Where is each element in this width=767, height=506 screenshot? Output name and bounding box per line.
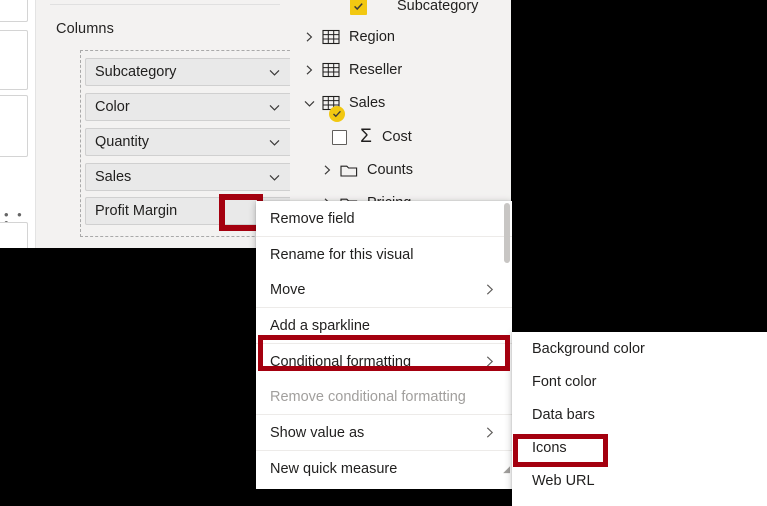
menu-item-label: Font color bbox=[532, 373, 597, 390]
submenu-item-data-bars[interactable]: Data bars bbox=[512, 398, 767, 431]
menu-item-label: Show value as bbox=[270, 424, 365, 441]
field-context-menu: Remove field Rename for this visual Move… bbox=[256, 201, 512, 489]
resize-grip-icon[interactable]: ◢ bbox=[503, 464, 510, 475]
menu-item-label: Rename for this visual bbox=[270, 246, 414, 263]
tree-item-label: Counts bbox=[367, 162, 413, 178]
tree-item-cost[interactable]: Σ Cost bbox=[290, 122, 412, 152]
context-menu-scrollbar[interactable] bbox=[504, 203, 510, 263]
menu-item-label: Conditional formatting bbox=[270, 353, 412, 370]
redacted-region bbox=[0, 248, 256, 506]
submenu-item-background-color[interactable]: Background color bbox=[512, 332, 767, 365]
chevron-down-icon[interactable] bbox=[262, 136, 286, 149]
tree-item-label: Reseller bbox=[349, 62, 403, 78]
menu-item-move[interactable]: Move bbox=[256, 272, 512, 307]
chevron-down-icon[interactable] bbox=[262, 101, 286, 114]
tree-item-label: Sales bbox=[349, 95, 386, 111]
visual-card[interactable] bbox=[0, 30, 28, 90]
table-icon-checked bbox=[318, 95, 345, 122]
menu-item-label: Web URL bbox=[532, 472, 595, 489]
field-pill-label: Subcategory bbox=[95, 64, 177, 80]
field-pill-color[interactable]: Color bbox=[85, 93, 311, 121]
menu-item-label: Background color bbox=[532, 340, 645, 357]
field-pill-label: Sales bbox=[95, 169, 132, 185]
redacted-region bbox=[511, 0, 767, 332]
menu-item-label: Remove field bbox=[270, 210, 355, 227]
chevron-right-icon[interactable] bbox=[318, 164, 336, 176]
tree-item-reseller[interactable]: Reseller bbox=[290, 55, 402, 85]
tree-item-sales[interactable]: Sales bbox=[290, 88, 386, 122]
submenu-item-icons[interactable]: Icons bbox=[512, 431, 767, 464]
field-pill-subcategory[interactable]: Subcategory bbox=[85, 58, 311, 86]
tree-item-label: Subcategory bbox=[397, 0, 479, 14]
menu-item-rename-for-this-visual[interactable]: Rename for this visual bbox=[256, 237, 512, 272]
chevron-down-icon[interactable] bbox=[262, 171, 286, 184]
tree-item-label: Region bbox=[349, 29, 395, 45]
field-pill-label: Quantity bbox=[95, 134, 149, 150]
columns-well-title: Columns bbox=[56, 21, 114, 37]
menu-item-remove-conditional-formatting: Remove conditional formatting bbox=[256, 379, 512, 414]
menu-item-label: Data bars bbox=[532, 406, 595, 423]
powerbi-screenshot: • • • Columns Subcategory Color Q bbox=[0, 0, 767, 506]
check-badge-icon bbox=[329, 106, 345, 122]
menu-item-label: Icons bbox=[532, 439, 567, 456]
chevron-right-icon[interactable] bbox=[300, 31, 318, 43]
chevron-right-icon bbox=[483, 355, 502, 368]
tree-item-label: Cost bbox=[382, 129, 412, 145]
visual-card[interactable] bbox=[0, 95, 28, 157]
field-pill-label: Color bbox=[95, 99, 130, 115]
menu-item-new-quick-measure[interactable]: New quick measure bbox=[256, 451, 512, 486]
tree-item-counts[interactable]: Counts bbox=[290, 155, 413, 185]
menu-item-label: Add a sparkline bbox=[270, 317, 370, 334]
chevron-down-icon[interactable] bbox=[262, 66, 286, 79]
menu-item-add-a-sparkline[interactable]: Add a sparkline bbox=[256, 308, 512, 343]
submenu-item-font-color[interactable]: Font color bbox=[512, 365, 767, 398]
tree-item-region[interactable]: Region bbox=[290, 22, 395, 52]
pane-divider bbox=[50, 4, 280, 5]
table-icon bbox=[318, 29, 344, 45]
chevron-down-icon[interactable] bbox=[300, 97, 318, 110]
table-icon bbox=[318, 62, 344, 78]
more-options-ellipsis[interactable]: • • • bbox=[4, 208, 26, 229]
visual-card[interactable] bbox=[0, 0, 28, 22]
chevron-right-icon[interactable] bbox=[300, 64, 318, 76]
chevron-right-icon bbox=[483, 283, 502, 296]
tree-item-subcategory[interactable]: Subcategory bbox=[290, 0, 478, 21]
menu-item-label: Move bbox=[270, 281, 306, 298]
checkbox-unchecked-icon[interactable] bbox=[332, 129, 347, 145]
chevron-right-icon bbox=[483, 426, 502, 439]
submenu-item-web-url[interactable]: Web URL bbox=[512, 464, 767, 497]
folder-icon bbox=[336, 163, 362, 178]
menu-item-label: New quick measure bbox=[270, 460, 398, 477]
menu-item-conditional-formatting[interactable]: Conditional formatting bbox=[256, 344, 512, 379]
menu-item-label: Remove conditional formatting bbox=[270, 388, 466, 405]
menu-item-show-value-as[interactable]: Show value as bbox=[256, 415, 512, 450]
field-pill-sales[interactable]: Sales bbox=[85, 163, 311, 191]
conditional-formatting-submenu: Background color Font color Data bars Ic… bbox=[512, 332, 767, 506]
sigma-icon: Σ bbox=[360, 126, 372, 147]
menu-item-clipped[interactable] bbox=[256, 486, 512, 489]
checkbox-checked-yellow-icon[interactable] bbox=[350, 0, 367, 15]
field-pill-quantity[interactable]: Quantity bbox=[85, 128, 311, 156]
menu-item-remove-field[interactable]: Remove field bbox=[256, 201, 512, 236]
